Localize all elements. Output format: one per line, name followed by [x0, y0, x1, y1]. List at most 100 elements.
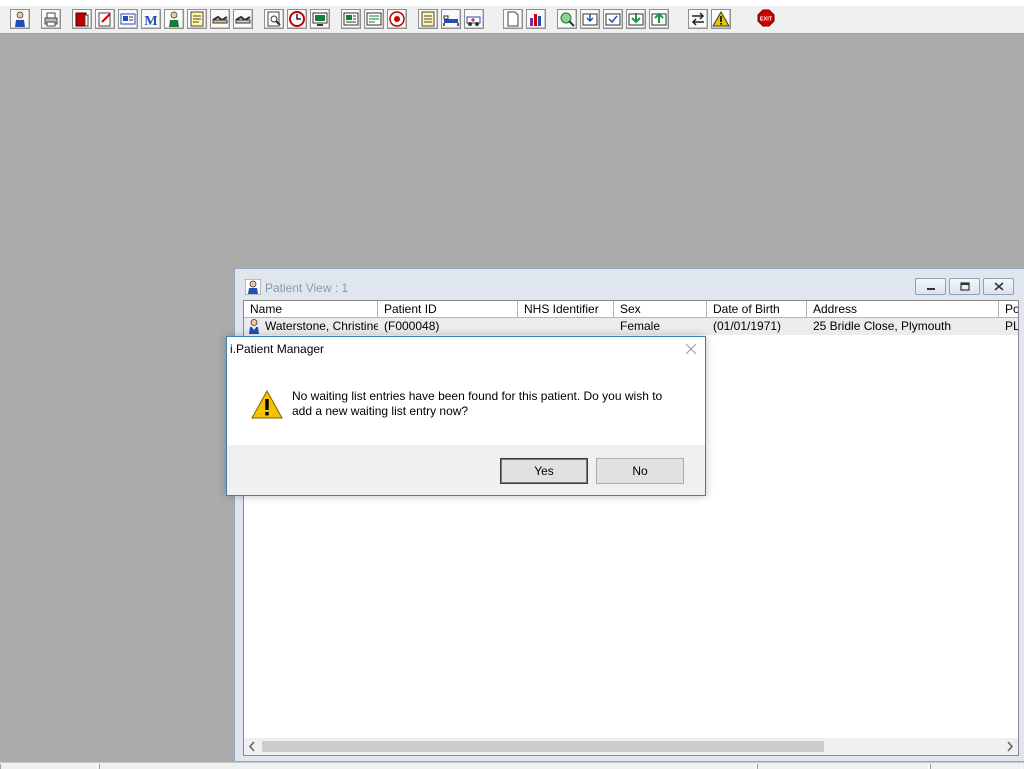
- status-pane: [99, 764, 756, 769]
- inbox-check-button[interactable]: [603, 9, 623, 29]
- patient-icon: [249, 319, 259, 334]
- search-document-icon: [267, 11, 281, 27]
- warning-icon: [712, 10, 730, 27]
- bed-button[interactable]: [441, 9, 461, 29]
- inbox-down-button[interactable]: [580, 9, 600, 29]
- cell-name: Waterstone, Christine...: [244, 318, 378, 335]
- cell-patient-id: (F000048): [384, 319, 440, 333]
- printer-icon: [44, 12, 58, 27]
- globe-search-button[interactable]: [557, 9, 577, 29]
- column-sex[interactable]: Sex: [614, 301, 707, 318]
- status-pane: [757, 764, 929, 769]
- list-icon: [421, 11, 435, 27]
- minimize-button[interactable]: [915, 278, 946, 295]
- red-book-button[interactable]: [72, 9, 92, 29]
- target-button[interactable]: [387, 9, 407, 29]
- column-nhs-identifier[interactable]: NHS Identifier: [518, 301, 614, 318]
- globe-search-icon: [560, 12, 575, 27]
- no-button[interactable]: No: [596, 458, 684, 484]
- column-name[interactable]: Name: [244, 301, 378, 318]
- inbox-green-icon: [628, 13, 644, 26]
- close-icon[interactable]: [683, 341, 699, 357]
- notepad-button[interactable]: [187, 9, 207, 29]
- patient-icon: [15, 11, 25, 27]
- patient-button[interactable]: [10, 9, 30, 29]
- letter-m-icon: M: [144, 14, 157, 28]
- cell-postcode: PL: [1005, 319, 1019, 333]
- transfer-arrows-button[interactable]: [688, 9, 708, 29]
- horizontal-scrollbar[interactable]: [244, 738, 1018, 755]
- bar-chart-button[interactable]: [526, 9, 546, 29]
- clock-button[interactable]: [287, 9, 307, 29]
- doctor-button[interactable]: [164, 9, 184, 29]
- warning-button[interactable]: [711, 9, 731, 29]
- message-dialog: i.Patient Manager No waiting list entrie…: [226, 336, 706, 496]
- inbox-down-icon: [582, 13, 598, 26]
- bed-icon: [443, 15, 459, 26]
- monitor-button[interactable]: [310, 9, 330, 29]
- handshake-icon: [212, 15, 228, 24]
- minimize-icon: [926, 288, 935, 290]
- bar-chart-icon: [530, 14, 541, 26]
- doctor-icon: [169, 11, 179, 27]
- close-icon: [994, 282, 1003, 291]
- dialog-message: No waiting list entries have been found …: [292, 389, 663, 418]
- printer-button[interactable]: [41, 9, 61, 29]
- column-patient-id[interactable]: Patient ID: [378, 301, 518, 318]
- close-window-button[interactable]: [983, 278, 1014, 295]
- warning-icon: [251, 389, 283, 419]
- column-address[interactable]: Address: [807, 301, 999, 318]
- outbox-green-icon: [651, 12, 667, 26]
- ambulance-icon: [466, 16, 481, 26]
- page-icon: [507, 11, 519, 27]
- exit-button[interactable]: EXIT: [757, 9, 777, 29]
- outbox-green-button[interactable]: [649, 9, 669, 29]
- clock-icon: [289, 11, 305, 27]
- handshake-alt-icon: [235, 15, 251, 24]
- image-report-button[interactable]: [341, 9, 361, 29]
- patient-icon: [245, 279, 261, 295]
- cell-address: 25 Bridle Close, Plymouth: [813, 319, 952, 333]
- dialog-button-bar: Yes No: [227, 445, 705, 495]
- yes-button[interactable]: Yes: [500, 458, 588, 484]
- status-pane: [930, 764, 1022, 769]
- inbox-green-button[interactable]: [626, 9, 646, 29]
- edit-notes-button[interactable]: [95, 9, 115, 29]
- table-row[interactable]: Waterstone, Christine... (F000048) Femal…: [244, 318, 1019, 335]
- cell-date-of-birth: (01/01/1971): [713, 319, 782, 333]
- handshake-alt-button[interactable]: [233, 9, 253, 29]
- column-postcode[interactable]: Po: [999, 301, 1018, 318]
- main-toolbar: M EXIT: [0, 6, 1024, 34]
- scroll-right-arrow-icon[interactable]: [1001, 738, 1018, 755]
- handshake-button[interactable]: [210, 9, 230, 29]
- page-button[interactable]: [503, 9, 523, 29]
- inbox-check-icon: [605, 13, 621, 26]
- patient-view-titlebar[interactable]: Patient View : 1: [235, 269, 1024, 301]
- record-card-icon: [120, 13, 136, 25]
- status-pane: [0, 764, 98, 769]
- restore-icon: [959, 282, 970, 291]
- patient-name: Waterstone, Christine...: [265, 319, 378, 333]
- patient-view-title: Patient View : 1: [265, 281, 349, 295]
- search-document-button[interactable]: [264, 9, 284, 29]
- restore-button[interactable]: [949, 278, 980, 295]
- svg-text:M: M: [144, 14, 157, 28]
- scroll-left-arrow-icon[interactable]: [244, 738, 261, 755]
- edit-notes-icon: [98, 12, 111, 27]
- cell-sex: Female: [620, 319, 661, 333]
- letter-m-button[interactable]: M: [141, 9, 161, 29]
- column-date-of-birth[interactable]: Date of Birth: [707, 301, 807, 318]
- image-report-icon: [343, 12, 359, 26]
- transfer-arrows-icon: [691, 12, 705, 26]
- form-icon: [366, 12, 382, 26]
- svg-text:EXIT: EXIT: [760, 17, 773, 23]
- scrollbar-thumb[interactable]: [262, 741, 824, 752]
- ambulance-button[interactable]: [464, 9, 484, 29]
- exit-icon: EXIT: [757, 9, 775, 27]
- list-button[interactable]: [418, 9, 438, 29]
- form-button[interactable]: [364, 9, 384, 29]
- list-header: Name Patient ID NHS Identifier Sex Date …: [244, 301, 1018, 318]
- record-card-button[interactable]: [118, 9, 138, 29]
- cell-nhs-identifier: [518, 318, 614, 335]
- notepad-icon: [190, 11, 204, 27]
